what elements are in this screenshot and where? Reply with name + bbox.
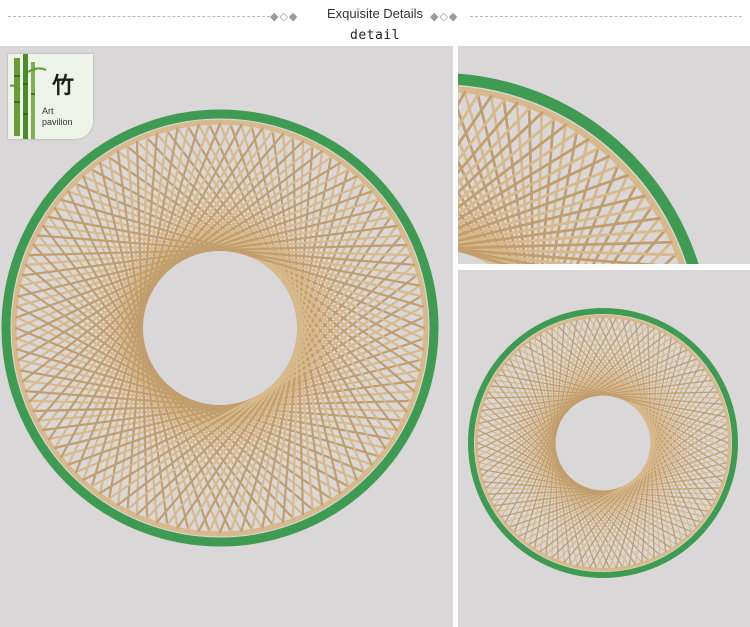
- badge-line-1: Art: [42, 106, 54, 116]
- diamond-icons-right: ◆◇◆: [430, 10, 459, 23]
- badge-glyph: 竹: [52, 73, 75, 99]
- bamboo-ring-angled: [467, 307, 739, 579]
- section-subtitle: detail: [350, 28, 400, 43]
- header-rule-right: [470, 16, 742, 17]
- angled-view-photo: [458, 270, 750, 627]
- badge-text: Art pavilion: [42, 106, 73, 128]
- brand-logo: 竹 Art pavilion: [8, 54, 93, 139]
- badge-line-2: pavilion: [42, 117, 73, 127]
- section-header: ◆◇◆ Exquisite Details ◆◇◆ detail: [0, 0, 750, 46]
- section-title: Exquisite Details: [326, 6, 424, 21]
- bamboo-ring-closeup: [458, 73, 699, 264]
- closeup-rim-photo: [458, 46, 750, 264]
